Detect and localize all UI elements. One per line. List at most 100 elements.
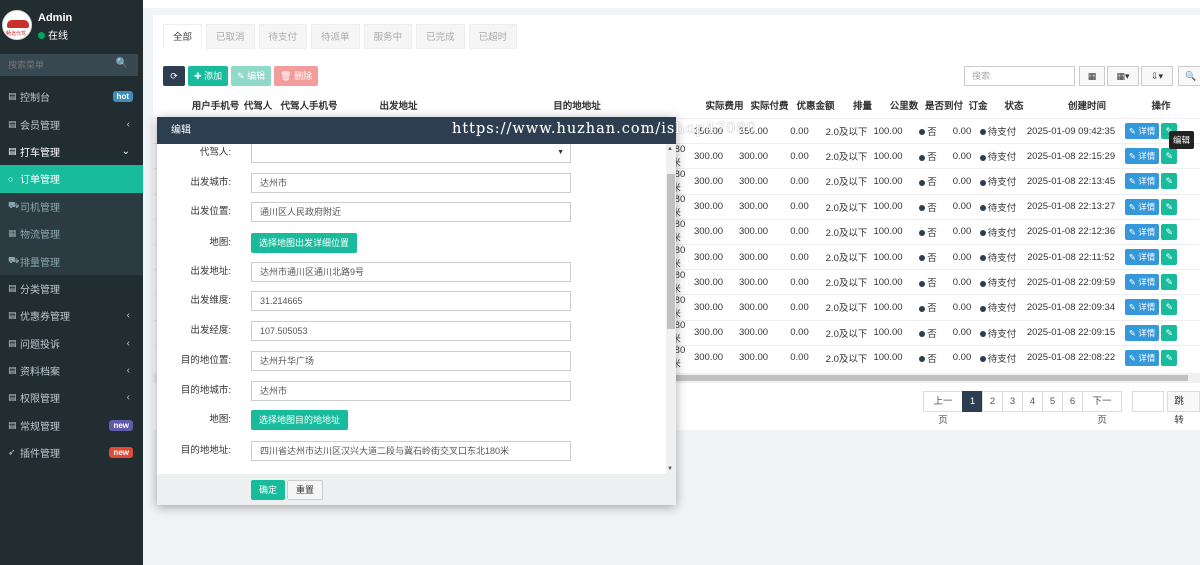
refresh-button[interactable]: ⟳	[163, 66, 185, 86]
row-edit-button[interactable]: ✎	[1161, 173, 1178, 190]
map-picker-button[interactable]: 选择地图目的地地址	[251, 410, 349, 430]
form-input[interactable]: 达州市	[251, 173, 571, 193]
column-header[interactable]: 创建时间	[1038, 95, 1136, 118]
detail-button[interactable]: ✎ 详情	[1124, 274, 1160, 291]
sidebar-item[interactable]: ⛟ 排量管理	[0, 247, 143, 275]
sidebar-item[interactable]: ▦ 物流管理	[0, 219, 143, 248]
detail-button[interactable]: ✎ 详情	[1124, 198, 1160, 215]
confirm-button[interactable]: 确定	[251, 480, 286, 500]
form-row: 目的地城市: 达州市	[157, 381, 667, 401]
row-edit-button[interactable]: ✎	[1161, 274, 1178, 291]
row-edit-button[interactable]: ✎	[1161, 148, 1178, 165]
sidebar-item[interactable]: ▤ 会员管理 ‹	[0, 110, 143, 137]
column-header[interactable]: 操作	[1136, 95, 1186, 118]
page-button[interactable]: 3	[1001, 391, 1023, 412]
next-page-button[interactable]: 下一页	[1081, 391, 1122, 426]
tab[interactable]: 服务中	[363, 24, 413, 49]
page-button[interactable]: 1	[961, 391, 983, 412]
export-icon[interactable]: ⇩▾	[1141, 66, 1173, 86]
form-input[interactable]: 达州市	[251, 381, 571, 401]
form-input[interactable]: 通川区人民政府附近	[251, 202, 571, 222]
map-picker-button[interactable]: 选择地图出发详细位置	[251, 233, 358, 253]
column-header[interactable]: 排量	[839, 95, 886, 118]
page-jump-button[interactable]: 跳转	[1167, 391, 1200, 426]
column-header[interactable]: 用户手机号	[188, 95, 243, 118]
table-search-input[interactable]: 搜索	[964, 66, 1075, 86]
add-button[interactable]: ✚ 添加	[188, 66, 229, 86]
modal-scroll-thumb[interactable]	[667, 174, 675, 329]
column-header[interactable]: 实际付费	[747, 95, 792, 118]
form-row: 出发维度: 31.214665	[157, 291, 667, 311]
sidebar-item[interactable]: ▤ 资料档案 ‹	[0, 357, 143, 384]
row-edit-button[interactable]: ✎	[1161, 198, 1178, 215]
prev-page-button[interactable]: 上一页	[923, 391, 963, 426]
sidebar-item[interactable]: ▤ 常规管理 new	[0, 412, 143, 439]
detail-button[interactable]: ✎ 详情	[1124, 173, 1160, 190]
columns-icon[interactable]: ▦▾	[1107, 66, 1139, 86]
delete-button[interactable]: 🗑 删除	[274, 66, 319, 86]
modal-scrollbar[interactable]: ▲ ▼	[666, 144, 676, 474]
detail-button[interactable]: ✎ 详情	[1124, 123, 1160, 139]
sidebar-item[interactable]: ▤ 打车管理 ⌄	[0, 138, 143, 165]
menu-search-input[interactable]	[0, 54, 110, 76]
detail-button[interactable]: ✎ 详情	[1124, 148, 1160, 165]
form-input[interactable]: 四川省达州市达川区汉兴大道二段与冀石岭街交叉口东北180米	[251, 441, 571, 461]
detail-button[interactable]: ✎ 详情	[1124, 349, 1160, 366]
page-button[interactable]: 2	[981, 391, 1003, 412]
detail-button[interactable]: ✎ 详情	[1124, 299, 1160, 316]
tab[interactable]: 待支付	[258, 24, 308, 49]
sidebar-item[interactable]: ▤ 分类管理	[0, 275, 143, 302]
row-edit-button[interactable]: ✎	[1161, 324, 1178, 341]
column-header[interactable]: 代驾人手机号	[273, 95, 345, 118]
page-jump-input[interactable]	[1131, 391, 1165, 412]
edit-icon: ✎	[1128, 327, 1136, 338]
sidebar-item[interactable]: ○ 订单管理	[0, 165, 143, 193]
scroll-up-icon[interactable]: ▲	[667, 146, 673, 152]
detail-button[interactable]: ✎ 详情	[1124, 324, 1160, 341]
column-header[interactable]: 公里数	[886, 95, 922, 118]
column-header[interactable]: 出发地址	[345, 95, 452, 118]
sidebar-item[interactable]: ⛟ 司机管理	[0, 192, 143, 220]
form-input[interactable]: 107.505053	[251, 321, 571, 341]
row-edit-button[interactable]: ✎	[1161, 349, 1178, 366]
reset-button[interactable]: 重置	[287, 480, 324, 500]
field-label: 出发位置:	[190, 206, 231, 217]
sidebar-item[interactable]: ➶ 插件管理 new	[0, 439, 143, 466]
detail-button[interactable]: ✎ 详情	[1124, 249, 1160, 265]
driver-select[interactable]: ▼	[251, 144, 571, 163]
toggle-view-icon[interactable]: ▦	[1079, 66, 1105, 86]
tab[interactable]: 全部	[163, 24, 203, 49]
sidebar-item[interactable]: ▤ 优惠券管理 ‹	[0, 302, 143, 329]
scroll-down-icon[interactable]: ▼	[667, 466, 673, 472]
row-edit-button[interactable]: ✎	[1161, 223, 1178, 240]
page-button[interactable]: 5	[1041, 391, 1063, 412]
detail-button[interactable]: ✎ 详情	[1124, 223, 1160, 240]
row-edit-button[interactable]: ✎	[1161, 299, 1178, 316]
page-button[interactable]: 4	[1021, 391, 1043, 412]
table-cell: 0.00	[952, 201, 972, 213]
tab[interactable]: 已取消	[206, 24, 255, 49]
column-header[interactable]: 代驾人	[243, 95, 273, 118]
column-header[interactable]: 目的地地址	[452, 95, 702, 118]
tab[interactable]: 待派单	[311, 24, 360, 49]
search-icon[interactable]: 🔍	[116, 58, 128, 69]
sidebar-item[interactable]: ▤ 问题投诉 ‹	[0, 330, 143, 357]
sidebar-item[interactable]: ▤ 权限管理 ‹	[0, 384, 143, 411]
cod-value: 否	[927, 177, 937, 189]
advanced-search-icon[interactable]: 🔍	[1178, 66, 1200, 86]
table-cell: 0.00	[790, 226, 809, 238]
column-header[interactable]: 状态	[990, 95, 1038, 118]
column-header[interactable]: 订金	[966, 95, 990, 118]
column-header[interactable]: 是否到付	[922, 95, 966, 118]
edit-button[interactable]: ✎ 编辑	[231, 66, 272, 86]
sidebar-item[interactable]: ▤ 控制台 hot	[0, 83, 143, 110]
column-header[interactable]: 优惠金额	[792, 95, 839, 118]
tab[interactable]: 已完成	[416, 24, 465, 49]
page-button[interactable]: 6	[1061, 391, 1083, 412]
row-edit-button[interactable]: ✎	[1161, 249, 1178, 265]
column-header[interactable]: 实际费用	[702, 95, 747, 118]
form-input[interactable]: 达州市通川区通川北路9号	[251, 262, 571, 282]
form-input[interactable]: 达州升华广场	[251, 351, 571, 371]
form-input[interactable]: 31.214665	[251, 291, 571, 311]
tab[interactable]: 已超时	[468, 24, 518, 49]
